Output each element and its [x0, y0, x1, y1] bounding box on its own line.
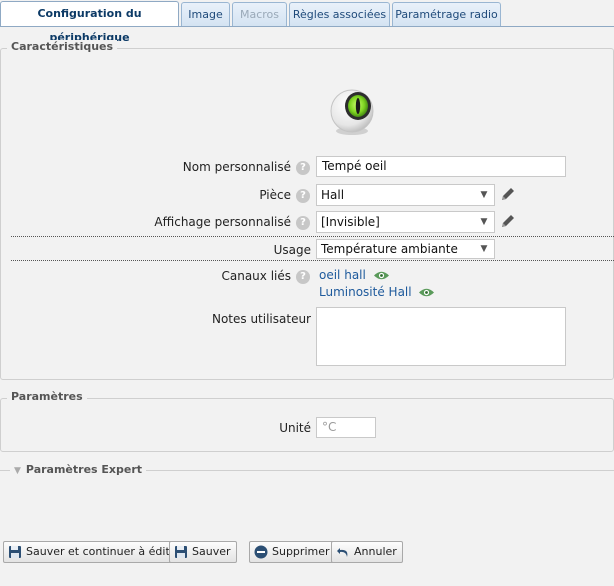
- cancel-label: Annuler: [354, 545, 397, 558]
- piece-label: Pièce: [259, 188, 291, 202]
- canaux-label: Canaux liés: [221, 269, 291, 283]
- tab-configuration[interactable]: Configuration du périphérique: [0, 1, 179, 44]
- expert-legend: Paramètres Expert: [25, 463, 143, 476]
- save-continue-button[interactable]: Sauver et continuer à éditer: [3, 541, 188, 563]
- tab-parametrage-radio[interactable]: Paramétrage radio: [392, 2, 501, 26]
- unite-label: Unité: [279, 421, 311, 435]
- canal-link-luminosite-hall[interactable]: Luminosité Hall: [319, 285, 435, 299]
- undo-icon: [337, 548, 348, 557]
- chevron-down-icon: ▼: [480, 244, 488, 254]
- nom-help-icon[interactable]: ?: [296, 161, 310, 175]
- canaux-help-icon[interactable]: ?: [296, 270, 310, 284]
- parametres-legend: Paramètres: [7, 390, 87, 403]
- affichage-label: Affichage personnalisé: [154, 215, 291, 229]
- delete-button[interactable]: Supprimer: [249, 541, 336, 563]
- nom-label: Nom personnalisé: [182, 160, 291, 174]
- canal-label: oeil hall: [319, 268, 366, 282]
- tab-regles-associees[interactable]: Règles associées: [289, 2, 390, 26]
- notes-label: Notes utilisateur: [211, 312, 311, 326]
- floppy-icon: [9, 546, 21, 558]
- piece-value: Hall: [321, 188, 345, 202]
- expert-toggle[interactable]: ▼ Paramètres Expert: [10, 463, 147, 476]
- minus-circle-icon: [254, 545, 268, 559]
- nom-input[interactable]: Tempé oeil: [316, 156, 566, 177]
- chevron-down-icon: ▼: [480, 217, 488, 227]
- device-eye-icon: [330, 89, 374, 135]
- pencil-icon[interactable]: [500, 186, 516, 202]
- usage-value: Température ambiante: [321, 242, 458, 256]
- tab-divider: [0, 26, 614, 27]
- tab-macros[interactable]: Macros: [232, 2, 287, 26]
- piece-help-icon[interactable]: ?: [296, 189, 310, 203]
- tab-bar: Configuration du périphérique Image Macr…: [0, 0, 614, 44]
- chevron-down-icon: ▼: [480, 190, 488, 200]
- notes-textarea[interactable]: [316, 307, 566, 366]
- delete-label: Supprimer: [272, 545, 330, 558]
- usage-separator-top: [11, 236, 614, 237]
- eye-icon[interactable]: [373, 270, 390, 281]
- usage-label: Usage: [273, 243, 311, 257]
- usage-select[interactable]: Température ambiante ▼: [316, 239, 495, 259]
- floppy-icon: [175, 546, 187, 558]
- canal-link-oeil-hall[interactable]: oeil hall: [319, 268, 390, 282]
- canal-label: Luminosité Hall: [319, 285, 412, 299]
- save-button[interactable]: Sauver: [169, 541, 237, 563]
- caracteristiques-legend: Caractéristiques: [7, 40, 118, 53]
- unite-input[interactable]: °C: [316, 417, 376, 438]
- triangle-down-icon: ▼: [14, 466, 21, 476]
- save-label: Sauver: [192, 545, 231, 558]
- save-continue-label: Sauver et continuer à éditer: [26, 545, 182, 558]
- pencil-icon[interactable]: [500, 213, 516, 229]
- affichage-value: [Invisible]: [321, 215, 380, 229]
- piece-select[interactable]: Hall ▼: [316, 184, 495, 206]
- cancel-button[interactable]: Annuler: [331, 541, 403, 563]
- usage-separator-bottom: [11, 260, 614, 261]
- affichage-help-icon[interactable]: ?: [296, 216, 310, 230]
- affichage-select[interactable]: [Invisible] ▼: [316, 211, 495, 233]
- tab-image[interactable]: Image: [181, 2, 230, 26]
- eye-icon[interactable]: [418, 287, 435, 298]
